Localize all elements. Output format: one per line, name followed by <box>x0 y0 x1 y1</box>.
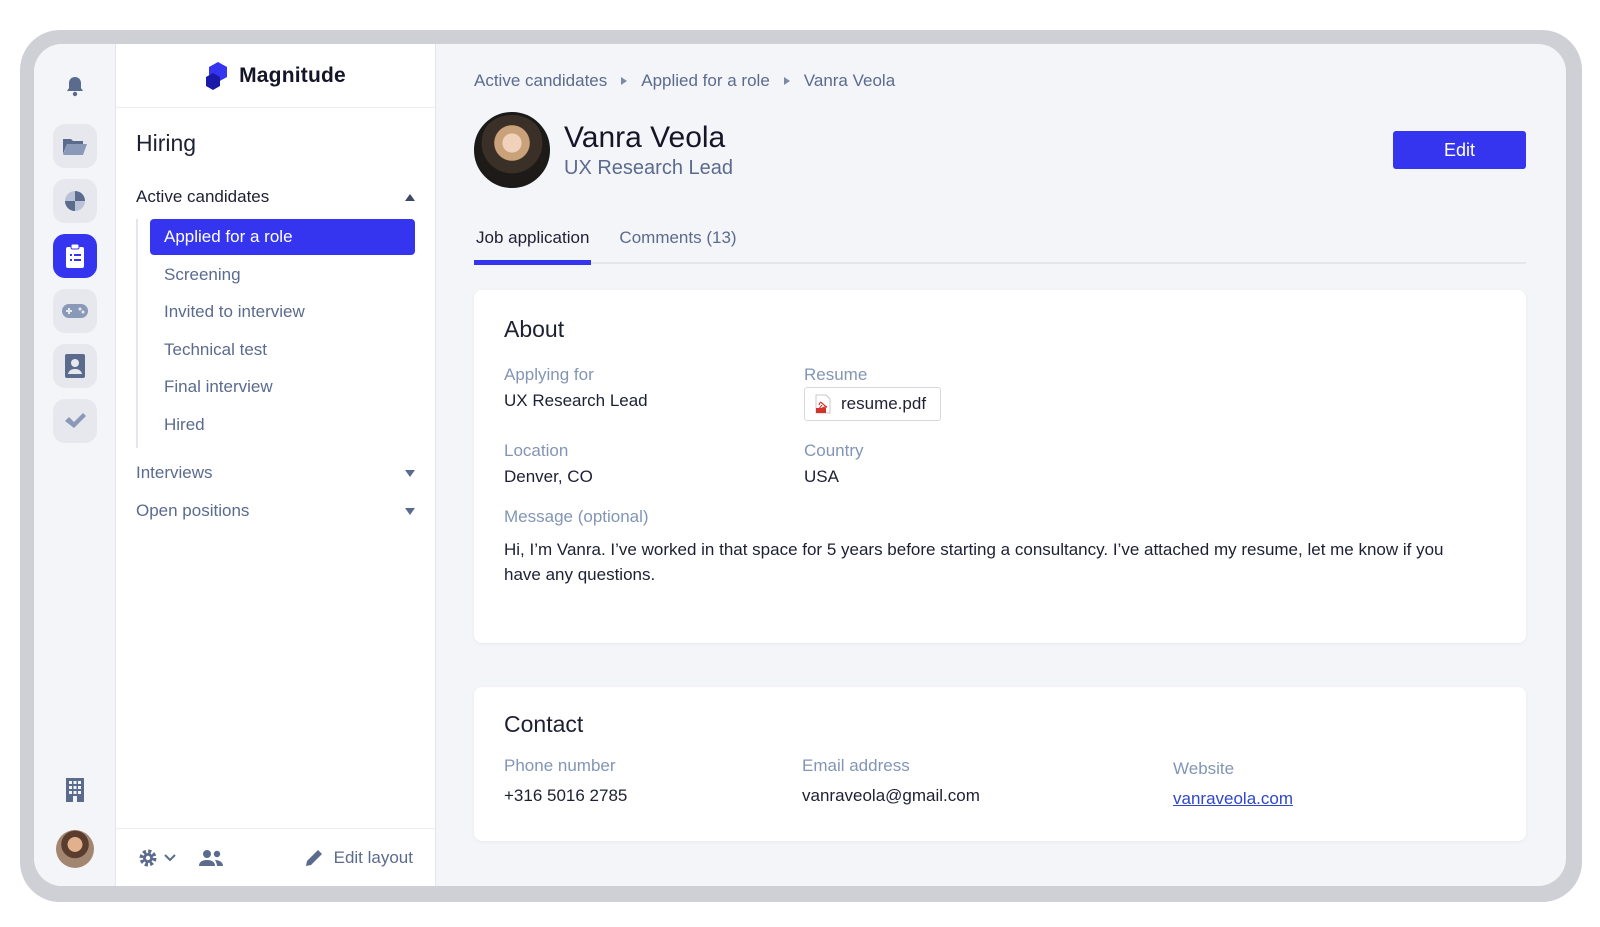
nav-item-invited-to-interview[interactable]: Invited to interview <box>150 294 415 330</box>
gear-icon <box>139 849 157 866</box>
nav-item-applied-for-a-role[interactable]: Applied for a role <box>150 219 415 255</box>
bell-icon[interactable] <box>53 64 97 108</box>
candidate-name: Vanra Veola <box>564 120 726 154</box>
edit-layout-button[interactable]: Edit layout <box>304 848 413 868</box>
group-open-positions-label: Open positions <box>136 501 250 520</box>
phone-label: Phone number <box>504 756 616 775</box>
breadcrumb: Active candidates Applied for a role Van… <box>474 70 1526 92</box>
group-interviews-label: Interviews <box>136 463 213 482</box>
group-active-candidates[interactable]: Active candidates <box>136 185 415 209</box>
website-label: Website <box>1173 759 1235 778</box>
team-icon[interactable] <box>198 849 224 867</box>
candidate-role: UX Research Lead <box>564 156 733 179</box>
clipboard-icon[interactable] <box>52 234 97 278</box>
group-active-candidates-label: Active candidates <box>136 187 270 206</box>
candidate-profile: Vanra Veola UX Research Lead <box>474 112 1526 188</box>
tab-bar: Job application Comments (13) <box>474 228 1526 265</box>
website-field: Website vanraveola.com <box>1173 759 1473 809</box>
breadcrumb-separator-icon <box>783 77 790 85</box>
message-value: Hi, I’m Vanra. I’ve worked in that space… <box>504 540 1444 584</box>
nav-item-screening[interactable]: Screening <box>150 257 415 293</box>
message-field: Message (optional) Hi, I’m Vanra. I’ve w… <box>504 507 1496 587</box>
country-field: Country USA <box>804 441 1104 487</box>
contact-card: Contact Phone number +316 5016 2785 Emai… <box>474 687 1526 841</box>
settings-menu[interactable] <box>138 848 176 868</box>
contact-title: Contact <box>504 711 584 737</box>
resume-field: Resume resume.pdf <box>804 365 1104 421</box>
section-title: Hiring <box>136 130 197 156</box>
resume-label: Resume <box>804 365 868 384</box>
tab-comments[interactable]: Comments (13) <box>617 228 738 262</box>
magnitude-logo-icon <box>206 61 228 90</box>
applying-for-field: Applying for UX Research Lead <box>504 365 804 421</box>
location-label: Location <box>504 441 569 460</box>
edit-layout-label: Edit layout <box>333 847 413 867</box>
profile-text: Vanra Veola UX Research Lead <box>564 121 733 180</box>
candidate-photo <box>474 112 550 188</box>
phone-value: +316 5016 2785 <box>504 786 628 805</box>
caret-up-icon <box>405 193 415 201</box>
nav-item-technical-test[interactable]: Technical test <box>150 332 415 368</box>
breadcrumb-applied-for-a-role[interactable]: Applied for a role <box>641 71 770 91</box>
caret-down-icon <box>405 507 415 515</box>
edit-button[interactable]: Edit <box>1393 131 1526 169</box>
breadcrumb-current: Vanra Veola <box>803 71 896 90</box>
nav-item-hired[interactable]: Hired <box>150 407 415 443</box>
about-card: About Applying for UX Research Lead Resu… <box>474 290 1526 643</box>
breadcrumb-active-candidates[interactable]: Active candidates <box>474 71 607 91</box>
checkmark-icon[interactable] <box>52 399 97 443</box>
nav-item-final-interview[interactable]: Final interview <box>150 369 415 405</box>
brand-name: Magnitude <box>239 63 346 87</box>
icon-rail <box>34 44 116 886</box>
tab-job-application[interactable]: Job application <box>474 228 592 265</box>
candidate-stage-list: Applied for a role Screening Invited to … <box>136 219 415 448</box>
user-avatar[interactable] <box>55 830 94 868</box>
about-title: About <box>504 316 565 342</box>
breadcrumb-separator-icon <box>621 77 628 85</box>
gamepad-icon[interactable] <box>52 289 97 333</box>
email-field: Email address vanraveola@gmail.com <box>802 756 1173 809</box>
applying-for-value: UX Research Lead <box>504 391 648 410</box>
chevron-down-icon <box>164 853 176 861</box>
main-content: Active candidates Applied for a role Van… <box>436 44 1566 886</box>
resume-file-chip[interactable]: resume.pdf <box>804 387 942 421</box>
applying-for-label: Applying for <box>504 365 594 384</box>
pencil-icon <box>305 849 322 866</box>
caret-down-icon <box>405 469 415 477</box>
nav-body: Hiring Active candidates Applied for a r… <box>116 108 435 828</box>
message-label: Message (optional) <box>504 507 649 526</box>
building-icon[interactable] <box>53 768 97 812</box>
group-open-positions[interactable]: Open positions <box>136 498 415 524</box>
phone-field: Phone number +316 5016 2785 <box>504 756 802 809</box>
website-link[interactable]: vanraveola.com <box>1173 789 1473 809</box>
location-value: Denver, CO <box>504 467 593 486</box>
email-value: vanraveola@gmail.com <box>802 786 980 805</box>
resume-file-name: resume.pdf <box>841 394 927 413</box>
app-window: Magnitude Hiring Active candidates Appli… <box>34 44 1566 886</box>
contact-card-icon[interactable] <box>52 344 97 388</box>
brand-header: Magnitude <box>116 44 435 108</box>
country-value: USA <box>804 467 839 486</box>
location-field: Location Denver, CO <box>504 441 804 487</box>
nav-panel: Magnitude Hiring Active candidates Appli… <box>116 44 436 886</box>
pdf-file-icon <box>815 394 831 414</box>
pie-chart-icon[interactable] <box>52 179 97 223</box>
about-fields: Applying for UX Research Lead Resume res… <box>504 365 1496 487</box>
contact-fields: Phone number +316 5016 2785 Email addres… <box>504 756 1496 809</box>
group-interviews[interactable]: Interviews <box>136 460 415 486</box>
email-label: Email address <box>802 756 910 775</box>
nav-footer: Edit layout <box>116 828 435 886</box>
country-label: Country <box>804 441 864 460</box>
folder-icon[interactable] <box>52 124 97 168</box>
device-frame: Magnitude Hiring Active candidates Appli… <box>20 30 1582 902</box>
